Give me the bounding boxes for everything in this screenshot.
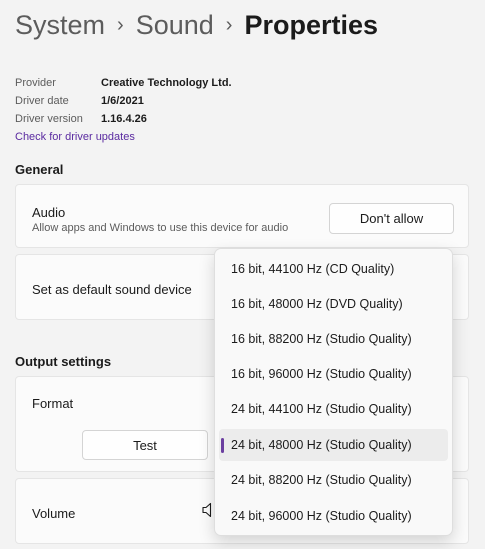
check-driver-updates-link[interactable]: Check for driver updates: [15, 128, 232, 146]
breadcrumb-system[interactable]: System: [15, 10, 105, 41]
volume-title: Volume: [32, 506, 76, 521]
test-button[interactable]: Test: [82, 430, 208, 460]
driver-version-value: 1.16.4.26: [101, 113, 147, 125]
selection-indicator: [221, 438, 224, 453]
breadcrumb-separator-icon: ›: [225, 14, 233, 36]
format-option[interactable]: 24 bit, 88200 Hz (Studio Quality): [219, 464, 448, 496]
general-section-title: General: [15, 162, 64, 177]
dont-allow-button[interactable]: Don't allow: [329, 203, 454, 234]
driver-date-row: Driver date 1/6/2021: [15, 92, 232, 110]
default-device-title: Set as default sound device: [32, 282, 192, 297]
format-option-label: 24 bit, 48000 Hz (Studio Quality): [231, 438, 412, 452]
driver-info: Provider Creative Technology Ltd. Driver…: [15, 74, 232, 146]
format-option[interactable]: 16 bit, 96000 Hz (Studio Quality): [219, 358, 448, 390]
output-section-title: Output settings: [15, 354, 112, 369]
format-option[interactable]: 24 bit, 44100 Hz (Studio Quality): [219, 393, 448, 425]
audio-title: Audio: [32, 205, 66, 220]
format-option[interactable]: 24 bit, 96000 Hz (Studio Quality): [219, 500, 448, 532]
provider-label: Provider: [15, 77, 56, 89]
driver-date-value: 1/6/2021: [101, 95, 144, 107]
format-option[interactable]: 16 bit, 48000 Hz (DVD Quality): [219, 288, 448, 320]
breadcrumb-separator-icon: ›: [117, 14, 124, 36]
breadcrumb-sound[interactable]: Sound: [136, 10, 214, 41]
provider-value: Creative Technology Ltd.: [101, 77, 232, 89]
format-title: Format: [32, 396, 74, 411]
format-dropdown: 16 bit, 44100 Hz (CD Quality) 16 bit, 48…: [214, 248, 453, 536]
audio-card: Audio Allow apps and Windows to use this…: [15, 184, 469, 248]
format-option[interactable]: 16 bit, 44100 Hz (CD Quality): [219, 253, 448, 285]
format-option[interactable]: 16 bit, 88200 Hz (Studio Quality): [219, 323, 448, 355]
speaker-icon: [202, 502, 212, 518]
driver-version-label: Driver version: [15, 113, 83, 125]
breadcrumb: System › Sound › Properties: [15, 10, 378, 41]
driver-version-row: Driver version 1.16.4.26: [15, 110, 232, 128]
driver-provider-row: Provider Creative Technology Ltd.: [15, 74, 232, 92]
audio-subtitle: Allow apps and Windows to use this devic…: [32, 222, 289, 234]
driver-date-label: Driver date: [15, 95, 69, 107]
format-option-selected[interactable]: 24 bit, 48000 Hz (Studio Quality): [219, 429, 448, 461]
page-title: Properties: [244, 10, 379, 40]
